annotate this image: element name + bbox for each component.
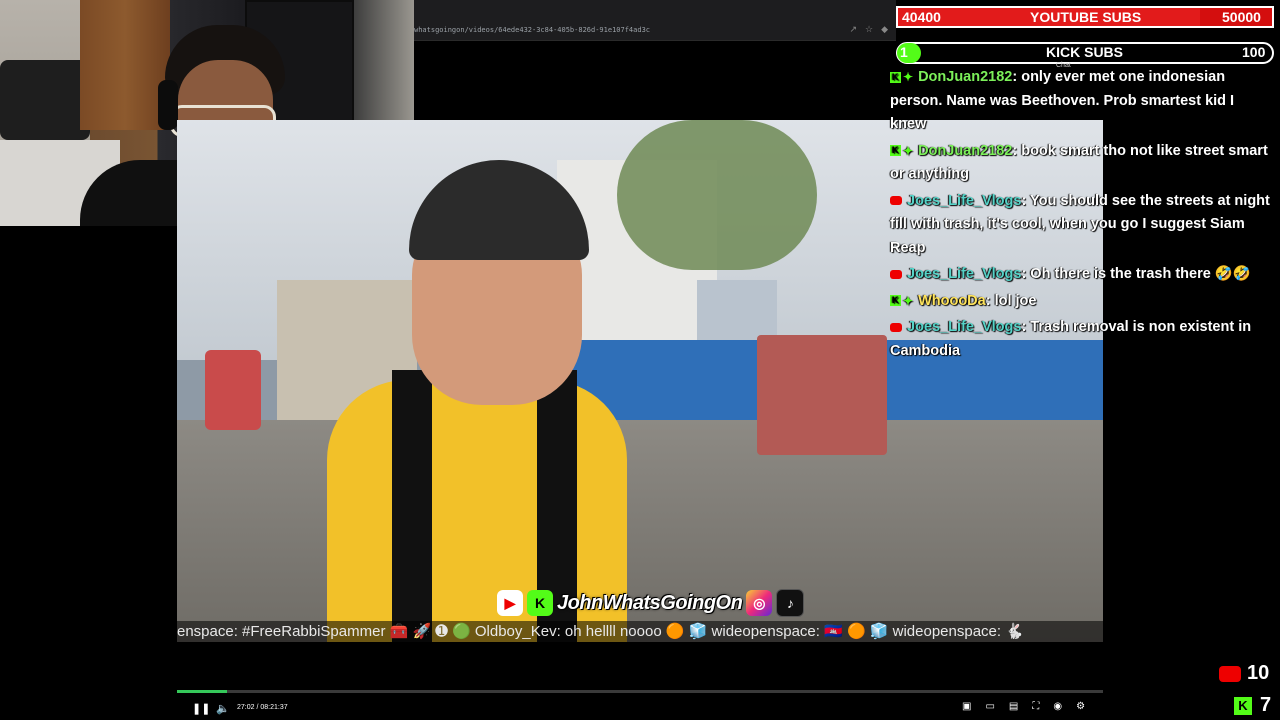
ticker-text: enspace: #FreeRabbiSpammer 🧰 🚀 ➊ 🟢 Oldbo… <box>177 623 1024 640</box>
instagram-icon: ◎ <box>746 590 773 616</box>
youtube-viewer-count: 10 <box>1219 662 1269 685</box>
kick-icon: K <box>890 71 901 83</box>
chat-panel: K ✦ DonJuan2182: only ever met one indones… <box>890 66 1274 366</box>
chat-username[interactable]: Joes_Life_Vlogs <box>907 266 1021 282</box>
kick-viewer-count: K 7 <box>1234 694 1271 717</box>
miniplayer-icon[interactable]: ▣ <box>962 701 971 712</box>
chat-username[interactable]: Joes_Life_Vlogs <box>907 193 1021 209</box>
browser-toolbar-icons: ↗ ☆ ◆ <box>849 24 888 35</box>
cam-headphones <box>158 80 178 130</box>
quality-icon[interactable]: ◉ <box>1053 701 1062 712</box>
youtube-subs-label: YOUTUBE SUBS <box>1030 9 1142 25</box>
socials-overlay: ▶ K JohnWhatsGoingOn ◎ ♪ <box>497 586 805 620</box>
extension-icon[interactable]: ◆ <box>881 24 888 35</box>
youtube-icon <box>890 196 902 206</box>
chat-username[interactable]: WhoooDa <box>918 293 986 309</box>
settings-gear-icon[interactable]: ⚙ <box>1076 701 1085 712</box>
chat-message: K ✦ DonJuan2182: only ever met one indones… <box>890 66 1274 137</box>
pause-button[interactable]: ❚❚ <box>192 702 210 715</box>
seek-bar-progress <box>177 690 227 693</box>
share-icon[interactable]: ↗ <box>849 24 857 35</box>
chat-text: : lol joe <box>985 292 1037 309</box>
kick-subs-label: KICK SUBS <box>1046 44 1124 60</box>
fullscreen-icon[interactable]: ⛶ <box>1032 701 1039 712</box>
subscriber-badge-icon: ✦ <box>903 293 914 308</box>
video-backpack-strap <box>392 370 432 642</box>
youtube-icon <box>890 322 902 332</box>
seek-bar[interactable] <box>177 690 1103 693</box>
chat-username[interactable]: Joes_Life_Vlogs <box>907 319 1021 335</box>
chat-username[interactable]: DonJuan2182 <box>918 143 1012 159</box>
kick-subs-goal: 100 <box>1242 44 1266 60</box>
chat-message: K ✦ DonJuan2182: book smart tho not like s… <box>890 140 1274 187</box>
browser-address-strip: whatsgoingon/videos/64ede432-3c84-405b-8… <box>414 0 896 41</box>
theater-mode-icon[interactable]: ▭ <box>985 701 994 712</box>
cam-couch <box>0 60 90 140</box>
channel-handle: JohnWhatsGoingOn <box>557 591 743 614</box>
playback-time: 27:02 / 08:21:37 <box>237 704 288 711</box>
subscriber-badge-icon: ✦ <box>903 70 914 84</box>
kick-icon: K <box>890 295 901 307</box>
volume-icon[interactable]: 🔈 <box>216 702 230 715</box>
youtube-icon <box>890 269 902 279</box>
chat-message: K ✦ WhoooDa: lol joe <box>890 290 1274 314</box>
url-text[interactable]: whatsgoingon/videos/64ede432-3c84-405b-8… <box>414 26 650 34</box>
chat-ticker: enspace: #FreeRabbiSpammer 🧰 🚀 ➊ 🟢 Oldbo… <box>177 621 1103 642</box>
chat-message: Joes_Life_Vlogs: Oh there is the trash t… <box>890 263 1274 287</box>
bookmark-star-icon[interactable]: ☆ <box>865 24 873 35</box>
kick-icon: K <box>1234 696 1252 715</box>
kick-icon: K <box>527 590 553 616</box>
kick-subs-current: 1 <box>900 44 908 60</box>
captions-icon[interactable]: ▤ <box>1009 701 1018 712</box>
kick-viewers-value: 7 <box>1260 694 1272 716</box>
kick-icon: K <box>890 145 901 157</box>
chat-message: Joes_Life_Vlogs: You should see the stre… <box>890 190 1274 261</box>
chat-message: Joes_Life_Vlogs: Trash removal is non ex… <box>890 316 1274 363</box>
youtube-subs-goal: 50000 <box>1222 9 1261 25</box>
youtube-icon: ▶ <box>497 590 523 616</box>
youtube-viewers-value: 10 <box>1247 662 1270 684</box>
youtube-icon <box>1219 665 1241 682</box>
chat-username[interactable]: DonJuan2182 <box>918 69 1012 85</box>
youtube-subs-current: 40400 <box>902 9 941 25</box>
chat-text: : Oh there is the trash there 🤣🤣 <box>1021 266 1251 282</box>
video-tuktuk <box>205 350 261 430</box>
video-tree <box>617 120 817 270</box>
subscriber-badge-icon: ✦ <box>903 143 914 158</box>
tiktok-icon: ♪ <box>776 589 805 617</box>
player-controls-right: ▣ ▭ ▤ ⛶ ◉ ⚙ <box>962 701 1085 712</box>
cam-door <box>80 0 170 130</box>
video-street-stall <box>757 335 887 455</box>
